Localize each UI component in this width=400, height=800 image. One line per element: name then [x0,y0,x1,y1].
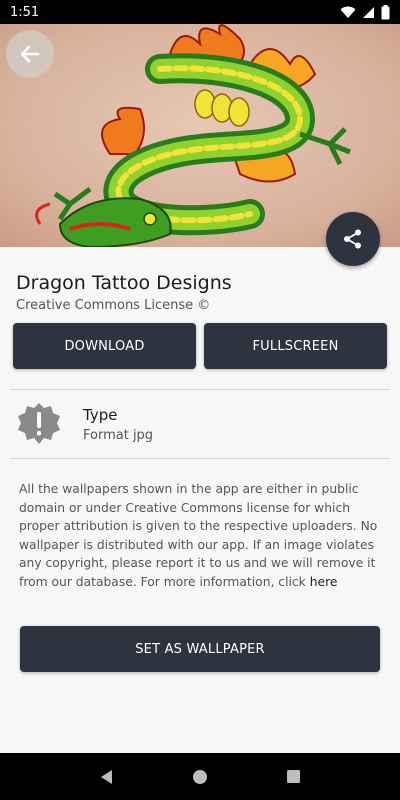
type-value: Format jpg [83,428,154,443]
back-button[interactable] [6,30,54,78]
back-triangle-icon [100,769,112,784]
type-label: Type [83,406,118,424]
alert-badge-icon [18,403,60,444]
nav-home-button[interactable] [185,762,215,792]
license-text: Creative Commons License © [16,298,211,313]
battery-icon [381,4,390,19]
disclaimer-text: All the wallpapers shown in the app are … [19,482,378,589]
copyright-disclaimer: All the wallpapers shown in the app are … [19,480,384,591]
system-nav-bar [0,753,400,800]
cell-signal-icon [363,6,374,18]
status-time: 1:51 [10,4,40,20]
divider [10,458,390,459]
home-circle-icon [192,769,207,784]
status-icons [340,4,390,20]
status-bar: 1:51 [0,0,400,24]
recents-square-icon [286,770,300,783]
download-button[interactable]: DOWNLOAD [13,323,196,369]
nav-recents-button[interactable] [278,762,308,792]
wallpaper-title: Dragon Tattoo Designs [16,272,232,294]
fullscreen-button[interactable]: FULLSCREEN [204,323,387,369]
share-button[interactable] [326,212,380,266]
more-info-link[interactable]: here [310,575,338,589]
share-icon [344,229,361,249]
wallpaper-preview[interactable] [0,24,400,247]
wifi-icon [340,6,356,18]
dragon-tattoo-image [0,24,400,247]
set-as-wallpaper-button[interactable]: SET AS WALLPAPER [20,626,380,672]
nav-back-button[interactable] [92,762,122,792]
arrow-left-icon [20,45,40,63]
divider [10,389,390,390]
